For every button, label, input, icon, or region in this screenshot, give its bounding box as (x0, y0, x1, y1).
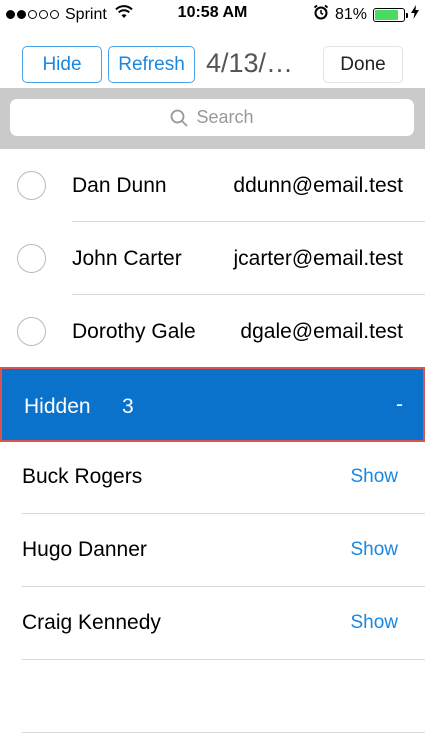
show-button[interactable]: Show (350, 612, 398, 634)
refresh-button[interactable]: Refresh (108, 46, 195, 83)
divider (22, 659, 425, 660)
hide-button[interactable]: Hide (22, 46, 102, 83)
select-radio[interactable] (17, 244, 46, 273)
hidden-section-header[interactable]: Hidden 3 - (0, 367, 425, 442)
contact-name: John Carter (72, 247, 182, 270)
status-bar: Sprint 10:58 AM 81% (0, 0, 425, 30)
hidden-contact-name: Craig Kennedy (22, 611, 161, 634)
contact-email: jcarter@email.test (233, 247, 403, 270)
show-button[interactable]: Show (350, 466, 398, 488)
search-placeholder: Search (196, 107, 254, 127)
divider (22, 732, 425, 733)
contact-name: Dorothy Gale (72, 320, 196, 343)
hidden-contact-name: Hugo Danner (22, 538, 147, 561)
list-item[interactable]: Dorothy Gale dgale@email.test (0, 295, 425, 368)
show-button[interactable]: Show (350, 539, 398, 561)
list-item: Craig Kennedy Show (0, 587, 425, 660)
select-radio[interactable] (17, 317, 46, 346)
hidden-contact-name: Buck Rogers (22, 465, 143, 488)
hidden-count: 3 (122, 395, 134, 418)
list-item[interactable]: Dan Dunn ddunn@email.test (0, 149, 425, 222)
toolbar: Hide Refresh 4/13/… Done (0, 30, 425, 88)
select-radio[interactable] (17, 171, 46, 200)
status-right: 81% (313, 4, 419, 25)
hidden-label: Hidden (24, 395, 91, 418)
done-button[interactable]: Done (323, 46, 403, 83)
list-item: Buck Rogers Show (0, 441, 425, 514)
list-item[interactable]: John Carter jcarter@email.test (0, 222, 425, 295)
battery-percent: 81% (334, 5, 367, 23)
contact-email: dgale@email.test (240, 320, 403, 343)
charging-icon (411, 5, 419, 24)
battery-icon (373, 7, 408, 22)
search-icon (170, 109, 189, 127)
alarm-icon (313, 4, 329, 25)
contact-email: ddunn@email.test (233, 174, 403, 197)
search-input[interactable]: Search (10, 99, 414, 136)
list-item: Hugo Danner Show (0, 514, 425, 587)
page-title: 4/13/… (206, 48, 294, 78)
collapse-toggle[interactable]: - (396, 393, 403, 417)
contact-name: Dan Dunn (72, 174, 167, 197)
search-bar: Search (0, 88, 425, 149)
battery-level (375, 9, 398, 20)
